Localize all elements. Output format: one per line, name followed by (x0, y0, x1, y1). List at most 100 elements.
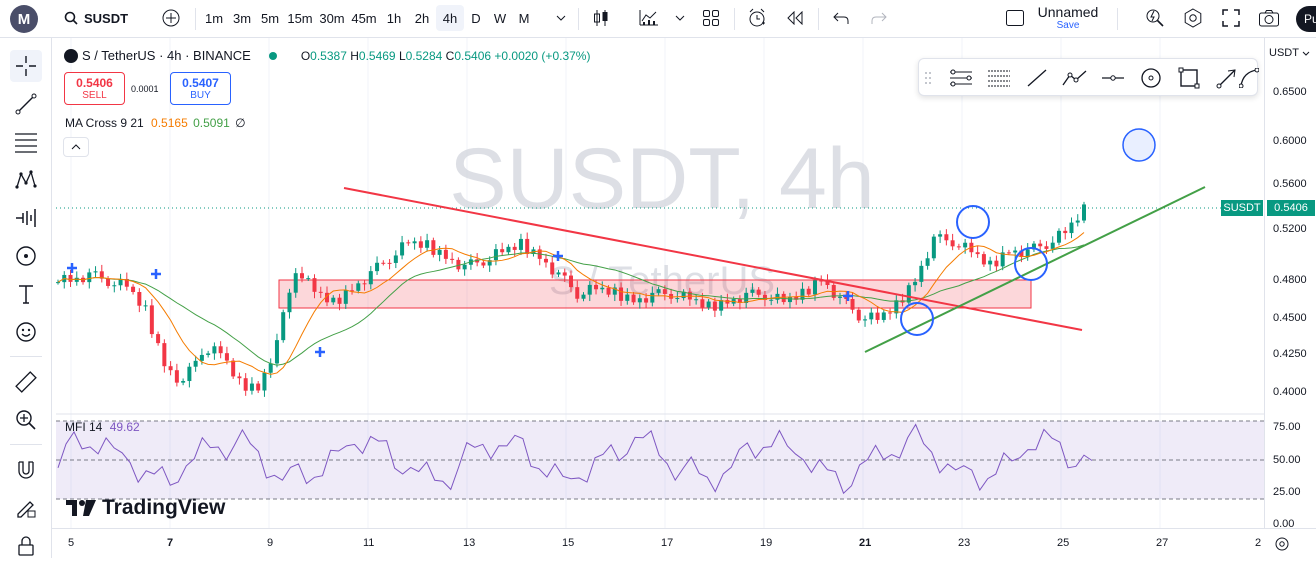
candle-body (274, 340, 279, 364)
sell-price: 0.5406 (76, 76, 113, 90)
snapshot-button[interactable] (1256, 5, 1282, 31)
uptrend-line[interactable] (864, 186, 1206, 353)
draw-fib-levels[interactable] (985, 64, 1013, 92)
fullscreen-button[interactable] (1218, 5, 1244, 31)
quick-search-button[interactable] (1142, 5, 1168, 31)
timeframe-1h[interactable]: 1h (380, 5, 408, 31)
highlight-circle[interactable] (1122, 128, 1156, 162)
mfi-value: 49.62 (109, 420, 140, 434)
timeframe-45m[interactable]: 45m (348, 5, 380, 31)
shapes-tool[interactable] (10, 240, 42, 272)
time-label: 13 (463, 537, 476, 549)
trendline-tool[interactable] (10, 88, 42, 120)
mfi-legend[interactable]: MFI 14 49.62 (65, 420, 140, 434)
tradingview-logo[interactable]: TradingView (66, 496, 225, 520)
indicators-dropdown[interactable] (672, 5, 688, 31)
circle-icon (1141, 68, 1161, 88)
redo-icon (871, 12, 887, 24)
forecast-tool[interactable] (10, 202, 42, 234)
alert-button[interactable] (744, 5, 770, 31)
undo-button[interactable] (828, 5, 854, 31)
time-label: 21 (859, 537, 872, 549)
timeframe-W[interactable]: W (488, 5, 512, 31)
zoom-tool[interactable] (10, 404, 42, 436)
icons-tool[interactable] (10, 316, 42, 348)
measure-tool[interactable] (10, 366, 42, 398)
price-chart[interactable]: SUSDT, 4h S / TetherUS (52, 38, 1264, 528)
legend-title[interactable]: S / TetherUS · 4h · BINANCE (82, 48, 251, 63)
fib-tool[interactable] (10, 126, 42, 158)
drawing-float-toolbar (918, 58, 1259, 96)
sell-button[interactable]: 0.5406 SELL (64, 72, 125, 105)
price-axis[interactable]: USDT 0.6500 0.6000 0.5600 0.5200 0.4800 … (1264, 38, 1316, 530)
candle-body (863, 319, 868, 321)
draw-rectangle[interactable] (1175, 64, 1203, 92)
timeframe-5m[interactable]: 5m (256, 5, 284, 31)
candle-body (806, 288, 811, 295)
buy-price: 0.5407 (182, 76, 219, 90)
draw-horizontal-ray[interactable] (1099, 64, 1127, 92)
templates-button[interactable] (698, 5, 724, 31)
crosshair-tool[interactable] (10, 50, 42, 82)
highlight-circle[interactable] (1014, 247, 1048, 281)
rewind-icon (787, 11, 803, 25)
candle-style-button[interactable] (588, 5, 614, 31)
rectangle-icon (1178, 67, 1200, 89)
crosshair-icon (16, 56, 36, 76)
timeframe-15m[interactable]: 15m (284, 5, 316, 31)
settings-button[interactable] (1180, 5, 1206, 31)
indicators-button[interactable] (636, 5, 662, 31)
time-axis[interactable]: 5 7 9 11 13 15 17 19 21 23 25 27 2 (52, 528, 1316, 558)
timeframe-4h[interactable]: 4h (436, 5, 464, 31)
text-tool[interactable] (10, 278, 42, 310)
mfi-axis-label: 25.00 (1273, 486, 1301, 498)
replay-button[interactable] (782, 5, 808, 31)
layout-button[interactable] (1000, 5, 1030, 31)
candle-body (938, 234, 943, 237)
ruler-icon (15, 371, 37, 393)
draw-parallel-channel[interactable] (947, 64, 975, 92)
candle-body (775, 293, 780, 300)
layout-name[interactable]: Unnamed Save (1036, 4, 1100, 31)
lock-tool[interactable] (10, 530, 42, 562)
candle-body (443, 249, 448, 259)
timeframe-2h[interactable]: 2h (408, 5, 436, 31)
candle-body (74, 277, 79, 282)
low-value: 0.5284 (405, 48, 443, 63)
ma-cross-legend[interactable]: MA Cross 9 21 0.5165 0.5091 ∅ (65, 116, 246, 130)
compare-add-button[interactable] (158, 5, 184, 31)
magnet-icon (18, 461, 34, 479)
timeframe-3m[interactable]: 3m (228, 5, 256, 31)
symbol-search[interactable]: SUSDT (60, 5, 130, 31)
draw-curve[interactable] (1239, 64, 1259, 92)
magnet-tool[interactable] (10, 454, 42, 486)
gear-icon (1275, 537, 1289, 551)
pattern-tool[interactable] (10, 164, 42, 196)
currency-selector[interactable]: USDT (1269, 47, 1310, 59)
buy-button[interactable]: 0.5407 BUY (170, 72, 231, 105)
candle-body (644, 298, 649, 303)
draw-circle[interactable] (1137, 64, 1165, 92)
draw-arrow[interactable] (1213, 64, 1241, 92)
profile-logo[interactable]: M (10, 5, 38, 33)
timeframe-M[interactable]: M (512, 5, 536, 31)
draw-mode-tool[interactable] (10, 492, 42, 524)
candle-body (1050, 242, 1055, 249)
draw-polyline[interactable] (1061, 64, 1089, 92)
collapse-legend-button[interactable] (63, 137, 89, 157)
timeframe-dropdown[interactable] (552, 5, 570, 31)
ma-empty-icon: ∅ (235, 116, 246, 130)
timeframe-1m[interactable]: 1m (200, 5, 228, 31)
redo-button[interactable] (866, 5, 892, 31)
publish-button[interactable]: Pu (1296, 6, 1316, 32)
watermark-main: SUSDT, 4h (449, 131, 874, 227)
time-settings-button[interactable] (1270, 532, 1294, 556)
drag-handle[interactable] (921, 64, 935, 92)
time-label: 11 (363, 537, 375, 549)
candle-body (625, 294, 630, 301)
candle-body (268, 363, 273, 373)
candle-body (550, 262, 555, 275)
timeframe-30m[interactable]: 30m (316, 5, 348, 31)
draw-trendline[interactable] (1023, 64, 1051, 92)
timeframe-D[interactable]: D (464, 5, 488, 31)
